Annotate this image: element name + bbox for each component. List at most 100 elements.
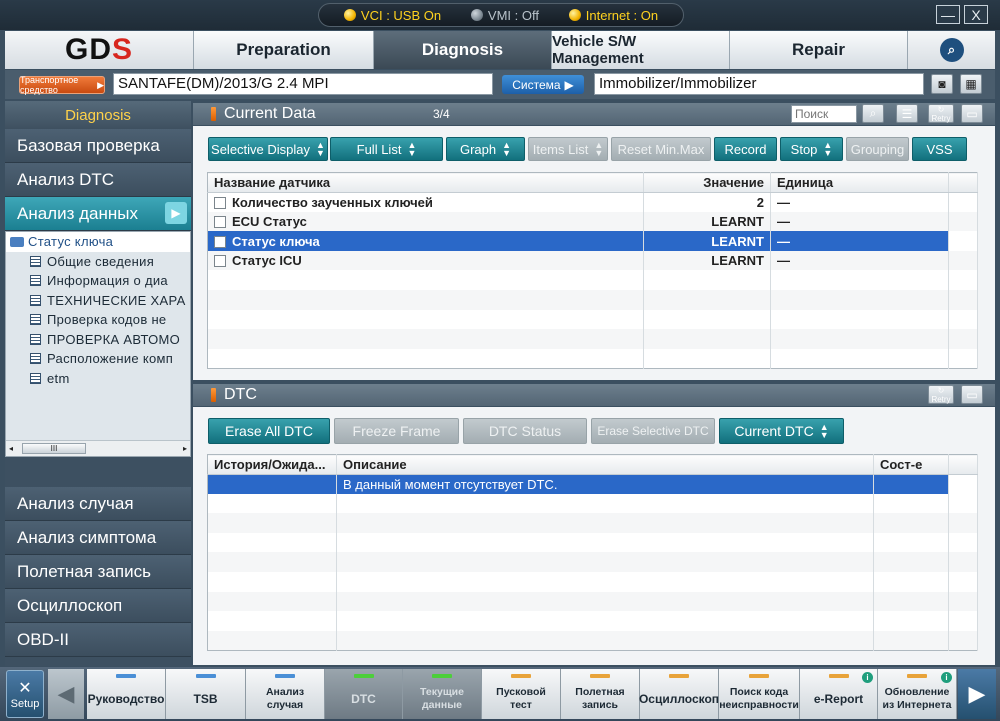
nav-search-button[interactable]: ⌕ bbox=[907, 31, 995, 69]
tab-diagnosis[interactable]: Diagnosis bbox=[373, 31, 551, 69]
row-checkbox[interactable] bbox=[214, 235, 226, 248]
row-checkbox[interactable] bbox=[214, 215, 226, 228]
search-button[interactable]: ⌕ bbox=[862, 104, 884, 123]
table-row[interactable]: Статус ICU LEARNT — bbox=[207, 250, 978, 271]
tab-preparation[interactable]: Preparation bbox=[193, 31, 373, 69]
maximize-panel-button[interactable]: ▭ bbox=[961, 104, 983, 123]
tab-vehicle-sw-management[interactable]: Vehicle S/W Management bbox=[551, 31, 729, 69]
list-button[interactable]: ☰ bbox=[896, 104, 918, 123]
vss-button[interactable]: VSS bbox=[912, 137, 967, 161]
tree-item[interactable]: ТЕХНИЧЕСКИЕ ХАРА bbox=[6, 291, 190, 311]
camera-button[interactable]: ◙ bbox=[931, 74, 953, 94]
table-row[interactable]: Количество заученных ключей 2 — bbox=[207, 192, 978, 212]
row-checkbox[interactable] bbox=[214, 196, 226, 209]
erase-all-dtc-button[interactable]: Erase All DTC bbox=[208, 418, 330, 444]
tree-root-item[interactable]: Статус ключа bbox=[6, 232, 190, 252]
bottom-item-2[interactable]: Анализ случая bbox=[246, 669, 325, 719]
vehicle-model-field[interactable]: SANTAFE(DM)/2013/G 2.4 MPI bbox=[113, 73, 493, 95]
bottom-item-3[interactable]: DTC bbox=[325, 669, 403, 719]
items-list-button[interactable]: Items List ▲ ▼ bbox=[528, 137, 608, 161]
camera-icon: ◙ bbox=[938, 77, 946, 91]
sidebar-item-oscilloscope[interactable]: Осциллоскоп bbox=[5, 589, 191, 623]
column-header-unit[interactable]: Единица bbox=[770, 172, 949, 193]
freeze-frame-button[interactable]: Freeze Frame bbox=[334, 418, 459, 444]
column-header-history[interactable]: История/Ожида... bbox=[207, 454, 337, 475]
bottom-item-8[interactable]: Поиск кода неисправности bbox=[719, 669, 800, 719]
sidebar-item-case-analysis[interactable]: Анализ случая bbox=[5, 487, 191, 521]
vehicle-badge[interactable]: Транспортное средство ▶ bbox=[19, 75, 105, 95]
scroll-right-button[interactable]: ▶ bbox=[958, 669, 996, 719]
minimize-button[interactable]: — bbox=[936, 5, 960, 24]
scroll-left-icon[interactable]: ◂ bbox=[9, 444, 13, 453]
tree-item[interactable]: Расположение комп bbox=[6, 349, 190, 369]
connection-status: VCI : USB On VMI : Off Internet : On bbox=[318, 3, 684, 27]
search-input[interactable] bbox=[791, 105, 857, 123]
bottom-item-0[interactable]: Руководство bbox=[87, 669, 166, 719]
sidebar-item-flight-record[interactable]: Полетная запись bbox=[5, 555, 191, 589]
bottom-item-label: Обновление из Интернета bbox=[882, 686, 952, 711]
bottom-item-10[interactable]: i Обновление из Интернета bbox=[878, 669, 957, 719]
vci-led-icon bbox=[343, 9, 356, 21]
graph-button[interactable]: Graph ▲ ▼ bbox=[446, 137, 525, 161]
grouping-button[interactable]: Grouping bbox=[846, 137, 909, 161]
bottom-item-9[interactable]: i e-Report bbox=[800, 669, 878, 719]
sidebar-item-obd2[interactable]: OBD-II bbox=[5, 623, 191, 657]
bottom-item-5[interactable]: Пусковой тест bbox=[482, 669, 561, 719]
row-checkbox[interactable] bbox=[214, 255, 226, 268]
tree-horizontal-scrollbar[interactable]: ◂ III ▸ bbox=[6, 440, 190, 456]
tree-item[interactable]: Общие сведения bbox=[6, 252, 190, 272]
scroll-left-button[interactable]: ◀ bbox=[48, 669, 84, 719]
close-button[interactable]: X bbox=[964, 5, 988, 24]
retry-button[interactable]: ↻ Retry bbox=[928, 104, 954, 123]
table-row-selected[interactable]: В данный момент отсутствует DTC. bbox=[207, 474, 978, 494]
spinner-icon: ▲ ▼ bbox=[594, 140, 604, 158]
status-led-icon bbox=[511, 674, 531, 678]
tree-item[interactable]: ПРОВЕРКА АВТОМО bbox=[6, 330, 190, 350]
current-dtc-button[interactable]: Current DTC ▲ ▼ bbox=[719, 418, 844, 444]
column-header-description[interactable]: Описание bbox=[336, 454, 874, 475]
sidebar-item-data-analysis[interactable]: Анализ данных ▶ bbox=[5, 197, 191, 231]
sidebar-item-symptom-analysis[interactable]: Анализ симптома bbox=[5, 521, 191, 555]
bottom-item-6[interactable]: Полетная запись bbox=[561, 669, 640, 719]
sidebar-item-basic-check[interactable]: Базовая проверка bbox=[5, 129, 191, 163]
tree-item[interactable]: etm bbox=[6, 369, 190, 389]
setup-button[interactable]: ✕ Setup bbox=[6, 670, 44, 718]
bottom-item-label: Анализ случая bbox=[265, 686, 305, 711]
chevron-right-icon: ▶ bbox=[165, 202, 187, 224]
bottom-item-label: DTC bbox=[351, 691, 376, 706]
column-header-value[interactable]: Значение bbox=[643, 172, 771, 193]
table-header-row: История/Ожида... Описание Сост-е bbox=[207, 454, 978, 475]
full-list-button[interactable]: Full List ▲ ▼ bbox=[330, 137, 443, 161]
erase-selective-dtc-button[interactable]: Erase Selective DTC bbox=[591, 418, 715, 444]
column-header-state[interactable]: Сост-е bbox=[873, 454, 949, 475]
system-button[interactable]: Система ▶ bbox=[502, 75, 584, 94]
current-data-body: Selective Display ▲ ▼ Full List ▲ ▼ Graph ▲ ▼ … bbox=[193, 126, 995, 380]
sidebar-item-dtc-analysis[interactable]: Анализ DTC bbox=[5, 163, 191, 197]
info-icon: i bbox=[941, 672, 952, 683]
table-row-selected[interactable]: Статус ключа LEARNT — bbox=[207, 231, 978, 251]
vci-status: VCI : USB On bbox=[343, 8, 441, 23]
system-value-field[interactable]: Immobilizer/Immobilizer bbox=[594, 73, 924, 95]
bottom-item-4[interactable]: Текущие данные bbox=[403, 669, 482, 719]
dtc-status-button[interactable]: DTC Status bbox=[463, 418, 587, 444]
layout-button[interactable]: ▦ bbox=[960, 74, 982, 94]
stop-button[interactable]: Stop ▲ ▼ bbox=[780, 137, 843, 161]
panel-marker-icon bbox=[211, 388, 216, 402]
empty-row bbox=[207, 630, 978, 651]
record-button[interactable]: Record bbox=[714, 137, 777, 161]
tab-repair[interactable]: Repair bbox=[729, 31, 907, 69]
scroll-right-icon[interactable]: ▸ bbox=[183, 444, 187, 453]
column-header-sensor[interactable]: Название датчика bbox=[207, 172, 644, 193]
reset-min-max-button[interactable]: Reset Min.Max bbox=[611, 137, 711, 161]
scroll-thumb[interactable]: III bbox=[22, 443, 86, 454]
main-nav: GD S Preparation Diagnosis Vehicle S/W Ma… bbox=[5, 31, 995, 69]
selective-display-button[interactable]: Selective Display ▲ ▼ bbox=[208, 137, 328, 161]
bottom-item-1[interactable]: TSB bbox=[166, 669, 246, 719]
dtc-maximize-button[interactable]: ▭ bbox=[961, 385, 983, 404]
tree-item[interactable]: Проверка кодов не bbox=[6, 310, 190, 330]
empty-row bbox=[207, 329, 978, 349]
bottom-item-7[interactable]: Осциллоскоп bbox=[639, 669, 719, 719]
tree-item[interactable]: Информация о диа bbox=[6, 271, 190, 291]
table-row[interactable]: ECU Статус LEARNT — bbox=[207, 211, 978, 232]
dtc-retry-button[interactable]: ↻ Retry bbox=[928, 385, 954, 404]
